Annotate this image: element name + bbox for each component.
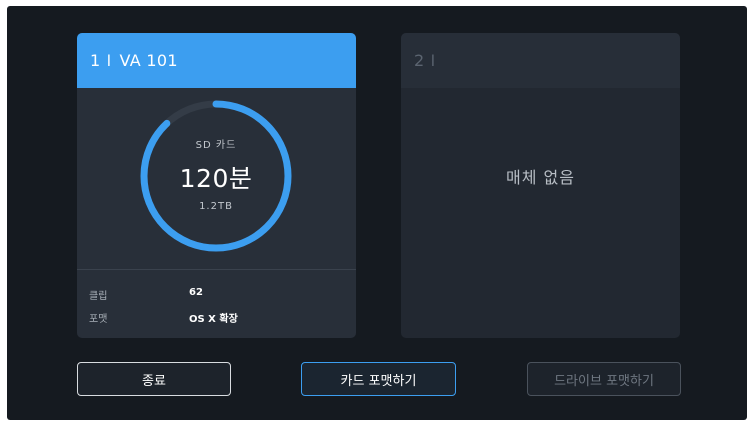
remaining-time: 120분	[179, 164, 253, 193]
info-row-clips: 클립 62	[89, 287, 203, 302]
media-slot-1-card[interactable]: 1 I VA 101 SD 카드 120분 1.2TB 클립 62 포맷 OS …	[77, 33, 356, 338]
format-drive-button[interactable]: 드라이브 포맷하기	[527, 362, 681, 396]
slot-2-separator: I	[430, 51, 436, 70]
clips-label: 클립	[89, 291, 108, 302]
clips-value: 62	[189, 287, 203, 298]
info-row-format: 포맷 OS X 확장	[89, 310, 238, 325]
media-slot-2-card[interactable]: 2 I 매체 없음	[401, 33, 680, 338]
format-card-button[interactable]: 카드 포맷하기	[301, 362, 456, 396]
slot-1-header: 1 I VA 101	[77, 33, 356, 88]
format-label: 포맷	[89, 314, 108, 325]
format-value: OS X 확장	[189, 314, 238, 325]
ring-center: SD 카드 120분 1.2TB	[137, 97, 295, 255]
exit-button[interactable]: 종료	[77, 362, 231, 396]
capacity-label: 1.2TB	[199, 201, 233, 212]
card-divider	[77, 269, 356, 270]
slot-1-name: VA 101	[119, 51, 178, 70]
slot-2-number: 2	[414, 51, 425, 70]
media-type-label: SD 카드	[195, 140, 237, 151]
slot-2-header: 2 I	[401, 33, 680, 88]
slot-1-number: 1	[90, 51, 101, 70]
remaining-ring: SD 카드 120분 1.2TB	[137, 97, 295, 255]
slot-1-separator: I	[106, 51, 112, 70]
no-media-label: 매체 없음	[506, 168, 575, 187]
format-screen: 1 I VA 101 SD 카드 120분 1.2TB 클립 62 포맷 OS …	[7, 6, 747, 420]
